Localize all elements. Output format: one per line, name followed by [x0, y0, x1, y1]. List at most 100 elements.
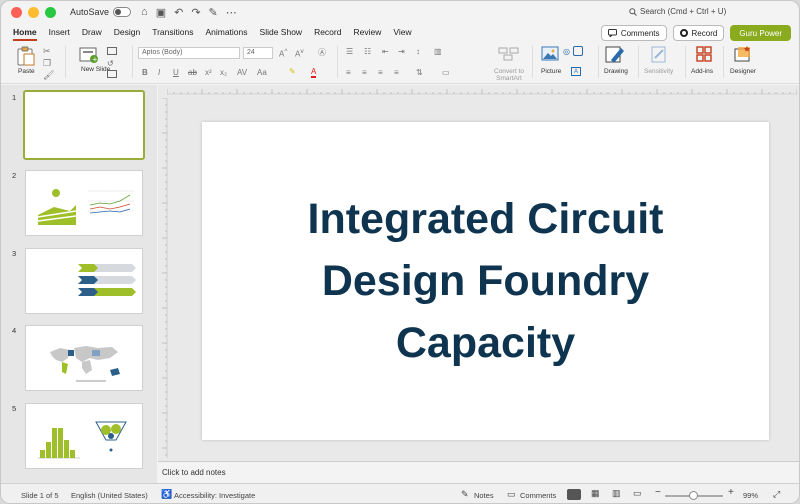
drawing-icon[interactable]: [605, 45, 627, 65]
numbering-icon[interactable]: ☷: [364, 47, 371, 56]
language-status[interactable]: English (United States): [71, 491, 148, 500]
justify-icon[interactable]: ≡: [394, 68, 399, 77]
tab-transitions[interactable]: Transitions: [152, 23, 193, 41]
new-slide-icon[interactable]: +: [79, 46, 99, 64]
tab-slide-show[interactable]: Slide Show: [260, 23, 303, 41]
addins-icon[interactable]: [696, 46, 712, 62]
notes-pane[interactable]: Click to add notes: [158, 461, 799, 483]
italic-icon[interactable]: I: [158, 68, 160, 77]
line-spacing-icon[interactable]: ↕: [416, 47, 420, 56]
decrease-indent-icon[interactable]: ⇤: [382, 47, 389, 56]
maximize-window-button[interactable]: [45, 6, 56, 18]
zoom-slider-thumb[interactable]: [689, 491, 698, 500]
font-name-select[interactable]: Aptos (Body): [138, 47, 240, 59]
subscript-icon[interactable]: x²: [205, 68, 212, 77]
more-icon[interactable]: ⋯: [226, 6, 237, 19]
comments-toggle[interactable]: Comments: [520, 491, 556, 500]
minimize-window-button[interactable]: [28, 6, 39, 18]
zoom-in-icon[interactable]: +: [728, 487, 734, 498]
align-left-icon[interactable]: ≡: [346, 68, 351, 77]
notes-toggle[interactable]: Notes: [474, 491, 494, 500]
tab-insert[interactable]: Insert: [49, 23, 70, 41]
svg-text:·: ·: [106, 187, 107, 191]
slide-thumbnail-4[interactable]: [25, 325, 143, 391]
designer-icon[interactable]: [733, 45, 753, 63]
highlight-icon[interactable]: ✎: [289, 67, 296, 76]
character-spacing-icon[interactable]: AV: [237, 68, 247, 77]
decrease-font-icon[interactable]: Av: [295, 48, 304, 59]
fit-slide-icon[interactable]: ⤢: [773, 489, 780, 500]
slide-thumbnail-5[interactable]: [25, 403, 143, 469]
comments-button[interactable]: Comments: [600, 25, 667, 41]
change-case-icon[interactable]: Aa: [257, 68, 267, 77]
slide-thumbnail-1[interactable]: [23, 90, 145, 160]
section-icon[interactable]: [107, 70, 117, 78]
save-icon[interactable]: ▣: [156, 6, 166, 19]
slide-sorter-icon[interactable]: ▦: [591, 488, 600, 499]
tab-animations[interactable]: Animations: [205, 23, 247, 41]
align-right-icon[interactable]: ≡: [378, 68, 383, 77]
tab-record[interactable]: Record: [314, 23, 341, 41]
bullets-icon[interactable]: ☰: [346, 47, 353, 56]
divider: [723, 46, 724, 78]
undo-icon[interactable]: ↶: [174, 6, 183, 19]
guru-power-button[interactable]: Guru Power: [730, 25, 791, 41]
record-icon: [679, 29, 688, 37]
superscript-icon[interactable]: x₂: [220, 68, 227, 77]
paste-icon[interactable]: [15, 45, 37, 67]
font-color-icon[interactable]: A: [311, 68, 317, 78]
clear-format-icon[interactable]: Ⓐ: [318, 47, 326, 58]
format-painter-icon[interactable]: ✎: [209, 6, 218, 19]
tab-view[interactable]: View: [393, 23, 411, 41]
powerpoint-window: AutoSave ⌂ ▣ ↶ ↷ ✎ ⋯ Search (Cmd + Ctrl …: [0, 0, 800, 504]
thumbnail-number: 1: [12, 93, 17, 102]
search-box[interactable]: Search (Cmd + Ctrl + U): [629, 7, 726, 16]
slide-thumbnail-3[interactable]: [25, 248, 143, 314]
copy-icon[interactable]: ❐: [43, 58, 51, 69]
close-window-button[interactable]: [11, 6, 22, 18]
tab-draw[interactable]: Draw: [82, 23, 102, 41]
increase-font-icon[interactable]: A^: [279, 48, 287, 59]
normal-view-icon[interactable]: [567, 489, 581, 500]
zoom-level[interactable]: 99%: [743, 491, 758, 500]
tab-review[interactable]: Review: [353, 23, 381, 41]
zoom-out-icon[interactable]: −: [655, 487, 661, 498]
record-button[interactable]: Record: [672, 25, 725, 41]
sensitivity-icon[interactable]: [650, 45, 668, 63]
tab-home[interactable]: Home: [13, 23, 37, 41]
drawing-label: Drawing: [604, 68, 628, 75]
reading-view-icon[interactable]: ▥: [612, 488, 621, 499]
columns-icon[interactable]: ▥: [434, 47, 442, 56]
bold-icon[interactable]: B: [142, 68, 148, 77]
smartart-icon[interactable]: [498, 47, 520, 61]
increase-indent-icon[interactable]: ⇥: [398, 47, 405, 56]
thumbnail-3-preview: [78, 264, 136, 296]
format-brush-icon[interactable]: 🖌: [43, 70, 54, 81]
autosave-toggle[interactable]: [113, 7, 132, 17]
shapes-icon[interactable]: ◎: [563, 47, 570, 56]
font-size-select[interactable]: 24: [243, 47, 273, 59]
home-icon[interactable]: ⌂: [141, 6, 148, 19]
text-direction-icon[interactable]: ⇅: [416, 68, 423, 77]
slide-title[interactable]: Integrated Circuit Design Foundry Capaci…: [256, 188, 716, 374]
picture-icon[interactable]: [541, 46, 559, 62]
thumbnail-5-preview: [38, 421, 127, 459]
strikethrough-icon[interactable]: ab: [188, 68, 197, 77]
reset-icon[interactable]: ↺: [107, 59, 114, 68]
underline-icon[interactable]: U: [173, 68, 179, 77]
redo-icon[interactable]: ↷: [191, 6, 200, 19]
slide-thumbnail-2[interactable]: ·: [25, 170, 143, 236]
slide-canvas[interactable]: Integrated Circuit Design Foundry Capaci…: [202, 122, 769, 440]
align-center-icon[interactable]: ≡: [362, 68, 367, 77]
layout-icon[interactable]: [107, 47, 117, 55]
accessibility-status[interactable]: Accessibility: Investigate: [174, 491, 255, 500]
align-text-icon[interactable]: ▭: [442, 68, 450, 77]
thumbnail-number: 3: [12, 249, 17, 258]
slide-show-icon[interactable]: ▭: [633, 488, 642, 499]
textbox-icon[interactable]: A: [571, 67, 581, 76]
cut-icon[interactable]: ✂: [43, 46, 51, 57]
search-input[interactable]: Search (Cmd + Ctrl + U): [640, 7, 726, 16]
icons-icon[interactable]: [573, 46, 583, 56]
tab-design[interactable]: Design: [114, 23, 140, 41]
thumbnail-2-preview: ·: [37, 187, 134, 225]
